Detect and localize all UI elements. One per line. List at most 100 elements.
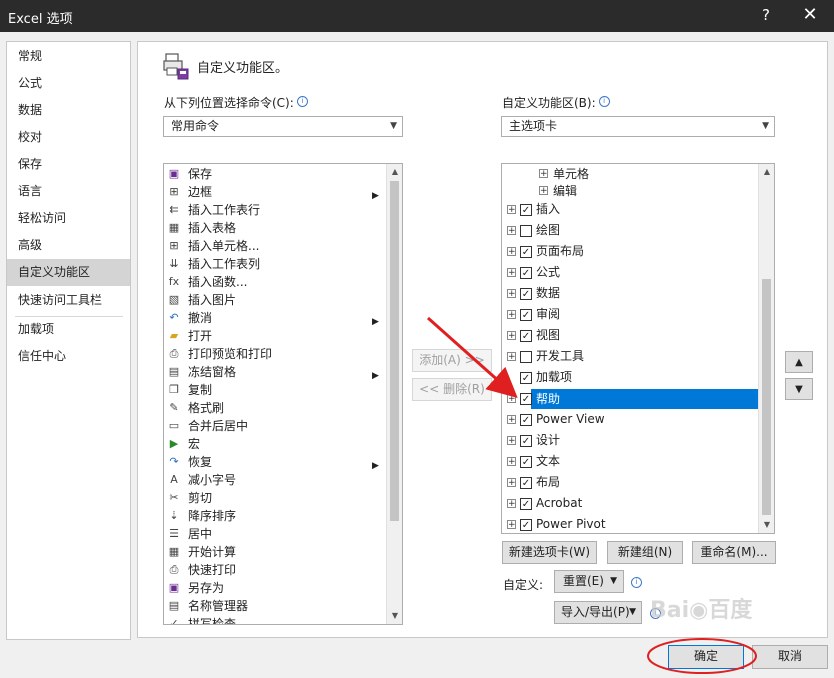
ribbon-tree-item[interactable]: + 绘图: [502, 221, 758, 239]
import-export-button[interactable]: 导入/导出(P) ▼: [554, 601, 642, 624]
expand-icon[interactable]: +: [507, 415, 516, 425]
ribbon-tree-item[interactable]: + 编辑: [502, 182, 758, 200]
tab-checkbox[interactable]: ✓: [520, 309, 532, 321]
command-item[interactable]: ✎ 格式刷: [164, 399, 386, 417]
help-icon[interactable]: ?: [757, 6, 775, 24]
command-item[interactable]: ▭ 合并后居中: [164, 417, 386, 435]
nav-item-trust-center[interactable]: 信任中心: [7, 343, 130, 370]
tab-checkbox[interactable]: [520, 225, 532, 237]
command-item[interactable]: ⊞ 插入单元格...: [164, 237, 386, 255]
expand-icon[interactable]: +: [507, 205, 516, 215]
nav-item-advanced[interactable]: 高级: [7, 232, 130, 259]
new-group-button[interactable]: 新建组(N): [607, 541, 683, 564]
command-item[interactable]: ☰ 居中: [164, 525, 386, 543]
ribbon-tree-item[interactable]: + ✓ 视图: [502, 326, 758, 344]
ribbon-tree-item[interactable]: + ✓ 页面布局: [502, 242, 758, 260]
tab-checkbox[interactable]: ✓: [520, 372, 532, 384]
ribbon-tree-item[interactable]: + 开发工具: [502, 347, 758, 365]
ribbon-tree-item[interactable]: + ✓ 公式: [502, 263, 758, 281]
command-item[interactable]: fx 插入函数...: [164, 273, 386, 291]
ribbon-tree-item[interactable]: + ✓ 帮助: [502, 389, 758, 409]
nav-item-proofing[interactable]: 校对: [7, 124, 130, 151]
commands-scrollbar[interactable]: ▲ ▼: [386, 164, 402, 624]
command-item[interactable]: ⎙ 快速打印: [164, 561, 386, 579]
command-item[interactable]: ▦ 插入表格: [164, 219, 386, 237]
ribbon-tree-item[interactable]: + ✓ 插入: [502, 200, 758, 218]
command-item[interactable]: ⊞ 边框 ▶: [164, 183, 386, 201]
expand-icon[interactable]: +: [507, 394, 516, 404]
tab-checkbox[interactable]: ✓: [520, 519, 532, 531]
expand-icon[interactable]: +: [507, 331, 516, 341]
expand-icon[interactable]: +: [539, 169, 548, 179]
expand-icon[interactable]: +: [507, 478, 516, 488]
close-icon[interactable]: ✕: [798, 4, 822, 25]
command-item[interactable]: ▤ 名称管理器: [164, 597, 386, 615]
command-item[interactable]: ↷ 恢复 ▶: [164, 453, 386, 471]
move-down-button[interactable]: ▼: [785, 378, 813, 400]
command-item[interactable]: ▧ 插入图片: [164, 291, 386, 309]
tab-checkbox[interactable]: ✓: [520, 330, 532, 342]
command-item[interactable]: ▣ 另存为: [164, 579, 386, 597]
ribbon-tree[interactable]: + 单元格 + 编辑 + ✓ 插入 + 绘图 + ✓ 页面布局 + ✓ 公式 + ✓ 数据 + ✓ 审阅 + ✓ 视图 + 开发工…: [501, 163, 775, 534]
command-item[interactable]: ⇣ 降序排序: [164, 507, 386, 525]
command-item[interactable]: ⇇ 插入工作表行: [164, 201, 386, 219]
tab-checkbox[interactable]: ✓: [520, 435, 532, 447]
expand-icon[interactable]: +: [539, 186, 548, 196]
expand-icon[interactable]: +: [507, 310, 516, 320]
command-item[interactable]: ▤ 冻结窗格 ▶: [164, 363, 386, 381]
nav-item-general[interactable]: 常规: [7, 43, 130, 70]
tab-checkbox[interactable]: ✓: [520, 288, 532, 300]
nav-item-quick-access-toolbar[interactable]: 快速访问工具栏: [7, 287, 130, 314]
expand-icon[interactable]: +: [507, 289, 516, 299]
scroll-up-icon[interactable]: ▲: [759, 164, 774, 180]
nav-item-data[interactable]: 数据: [7, 97, 130, 124]
scroll-thumb[interactable]: [762, 279, 771, 515]
expand-icon[interactable]: +: [507, 268, 516, 278]
choose-commands-dropdown[interactable]: 常用命令 ▼: [163, 116, 403, 137]
command-item[interactable]: ✓ 拼写检查: [164, 615, 386, 624]
command-item[interactable]: ⎙ 打印预览和打印: [164, 345, 386, 363]
move-up-button[interactable]: ▲: [785, 351, 813, 373]
rename-button[interactable]: 重命名(M)...: [692, 541, 776, 564]
command-item[interactable]: A 减小字号: [164, 471, 386, 489]
tab-checkbox[interactable]: ✓: [520, 204, 532, 216]
scroll-down-icon[interactable]: ▼: [759, 517, 774, 533]
scroll-thumb[interactable]: [390, 181, 399, 521]
tab-checkbox[interactable]: ✓: [520, 498, 532, 510]
add-button[interactable]: 添加(A) >>: [412, 349, 492, 372]
expand-icon[interactable]: +: [507, 499, 516, 509]
nav-item-accessibility[interactable]: 轻松访问: [7, 205, 130, 232]
ribbon-tree-item[interactable]: + ✓ 布局: [502, 473, 758, 491]
tab-checkbox[interactable]: ✓: [520, 414, 532, 426]
reset-dropdown-button[interactable]: 重置(E) ▼: [554, 570, 624, 593]
nav-item-addins[interactable]: 加载项: [7, 316, 130, 343]
ribbon-tree-item[interactable]: + 单元格: [502, 165, 758, 183]
tab-checkbox[interactable]: [520, 351, 532, 363]
remove-button[interactable]: << 删除(R): [412, 378, 492, 401]
scroll-up-icon[interactable]: ▲: [387, 164, 402, 180]
ribbon-tree-item[interactable]: + ✓ 数据: [502, 284, 758, 302]
expand-icon[interactable]: +: [507, 520, 516, 530]
command-item[interactable]: ▦ 开始计算: [164, 543, 386, 561]
command-item[interactable]: ▣ 保存: [164, 165, 386, 183]
ribbon-tree-scrollbar[interactable]: ▲ ▼: [758, 164, 774, 533]
ribbon-tree-item[interactable]: + ✓ Acrobat: [502, 494, 758, 512]
ribbon-tree-item[interactable]: + ✓ 文本: [502, 452, 758, 470]
tab-checkbox[interactable]: ✓: [520, 477, 532, 489]
ribbon-tree-item[interactable]: + ✓ Power View: [502, 410, 758, 428]
expand-icon[interactable]: +: [507, 457, 516, 467]
ribbon-tabs-dropdown[interactable]: 主选项卡 ▼: [501, 116, 775, 137]
commands-listbox[interactable]: ▣ 保存 ⊞ 边框 ▶ ⇇ 插入工作表行 ▦ 插入表格 ⊞ 插入单元格... ⇊ 插入工作表列 fx 插入函…: [163, 163, 403, 625]
ribbon-tree-item[interactable]: + ✓ 审阅: [502, 305, 758, 323]
command-item[interactable]: ▶ 宏: [164, 435, 386, 453]
ribbon-tree-item[interactable]: + ✓ 设计: [502, 431, 758, 449]
nav-item-language[interactable]: 语言: [7, 178, 130, 205]
command-item[interactable]: ▰ 打开: [164, 327, 386, 345]
nav-item-save[interactable]: 保存: [7, 151, 130, 178]
ribbon-tree-item[interactable]: + ✓ Power Pivot: [502, 515, 758, 533]
nav-item-customize-ribbon[interactable]: 自定义功能区: [7, 259, 130, 286]
ok-button[interactable]: 确定: [668, 645, 744, 669]
new-tab-button[interactable]: 新建选项卡(W): [502, 541, 597, 564]
tab-checkbox[interactable]: ✓: [520, 246, 532, 258]
cancel-button[interactable]: 取消: [752, 645, 828, 669]
